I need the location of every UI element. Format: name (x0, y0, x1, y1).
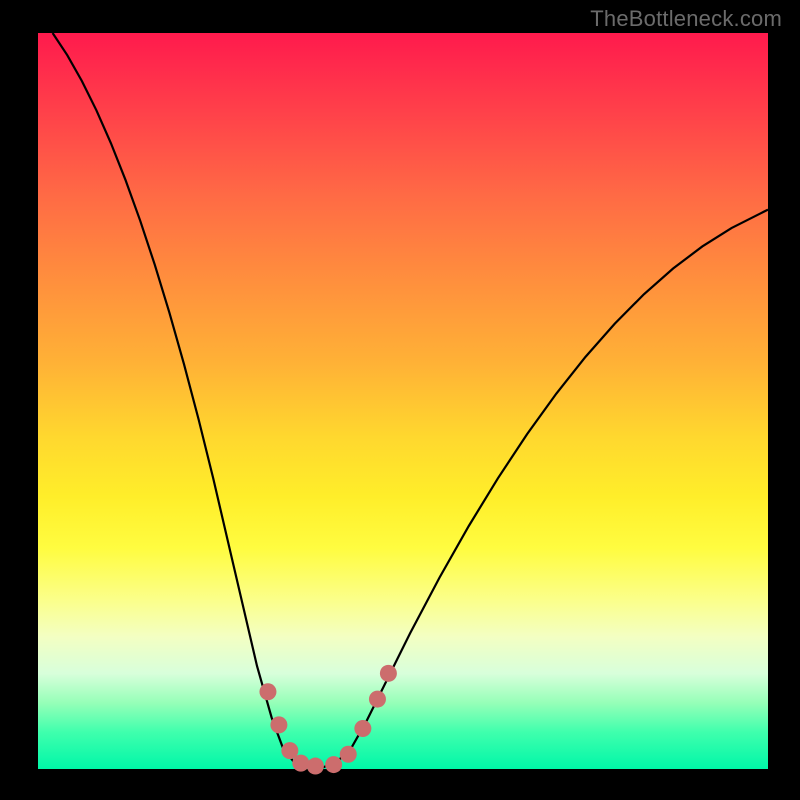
curve-marker (259, 683, 276, 700)
curve-marker (354, 720, 371, 737)
bottleneck-chart (38, 33, 768, 769)
curve-marker (292, 755, 309, 772)
curve-marker (380, 665, 397, 682)
curve-markers (259, 665, 396, 775)
curve-marker (369, 691, 386, 708)
curve-marker (307, 758, 324, 775)
curve-marker (340, 746, 357, 763)
watermark-text: TheBottleneck.com (590, 6, 782, 32)
curve-marker (325, 756, 342, 773)
bottleneck-curve (53, 33, 768, 768)
curve-marker (270, 716, 287, 733)
chart-frame: TheBottleneck.com (0, 0, 800, 800)
